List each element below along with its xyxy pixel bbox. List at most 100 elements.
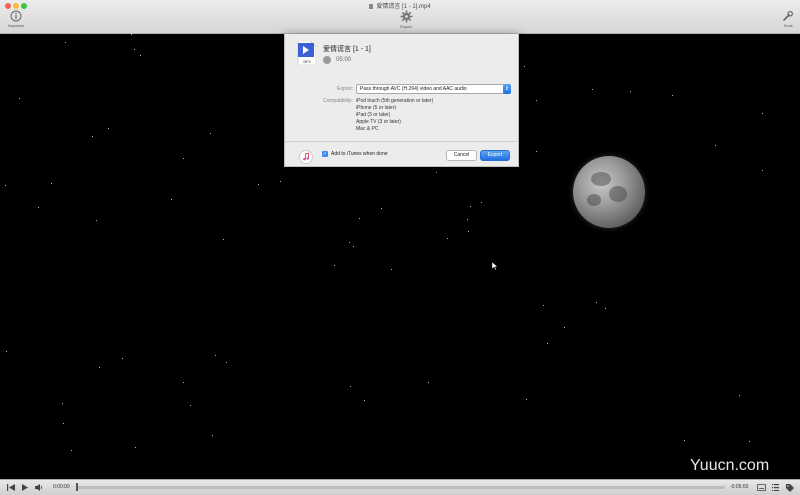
export-sheet: MP4 爱情谎言 [1 - 1] 05:00 Export: Pass thro… (284, 34, 519, 167)
star (96, 220, 97, 221)
star (5, 185, 6, 186)
export-toolbar-button[interactable]: Export (394, 10, 418, 29)
wrench-icon (783, 10, 794, 21)
star (470, 206, 471, 207)
star (215, 355, 216, 356)
add-to-itunes-checkbox[interactable]: ✓ (322, 151, 328, 157)
star (223, 239, 224, 240)
star (190, 405, 191, 406)
star (92, 136, 93, 137)
star (99, 367, 100, 368)
star (212, 435, 213, 436)
compatibility-item: iPhone (5 or later) (356, 105, 397, 111)
star (350, 386, 351, 387)
star (353, 246, 354, 247)
star (183, 382, 184, 383)
star (436, 172, 437, 173)
mp4-file-icon: MP4 (297, 41, 316, 65)
compatibility-item: iPad (3 or later) (356, 112, 391, 118)
tag-icon[interactable] (786, 484, 794, 492)
window-title: 爱情谎言 [1 - 1].mp4 (0, 1, 800, 10)
star (122, 358, 123, 359)
scrubber-track[interactable] (77, 486, 725, 489)
star (349, 242, 350, 243)
volume-icon[interactable] (35, 484, 44, 491)
star (481, 202, 482, 203)
divider (285, 141, 518, 142)
remaining-time: -0:05:00 (730, 484, 749, 490)
title-bar: 爱情谎言 [1 - 1].mp4 Inspector Export Tools (0, 0, 800, 34)
star (134, 49, 135, 50)
star (51, 183, 52, 184)
star (19, 98, 20, 99)
play-icon[interactable] (22, 484, 28, 491)
moon-mare (591, 172, 611, 186)
subtitles-icon[interactable] (757, 484, 766, 491)
skip-back-icon[interactable] (7, 484, 15, 491)
inspector-button[interactable]: Inspector (5, 10, 27, 28)
star (280, 181, 281, 182)
star (543, 305, 544, 306)
moon-mare (609, 186, 627, 202)
file-type-text: MP4 (303, 60, 310, 64)
star (359, 218, 360, 219)
duration-text: 05:00 (336, 57, 352, 63)
star (334, 265, 335, 266)
star (592, 89, 593, 90)
star (468, 231, 469, 232)
star (226, 362, 227, 363)
compatibility-list: iPod touch (5th generation or later) iPh… (356, 98, 433, 133)
inspector-label: Inspector (7, 23, 25, 28)
star (526, 399, 527, 400)
select-arrows-icon: ⇕ (503, 84, 511, 94)
moon-mare (587, 194, 601, 206)
file-title: 爱情谎言 [1 - 1] (323, 46, 371, 53)
star (762, 113, 763, 114)
star (183, 158, 184, 159)
star (391, 269, 392, 270)
tools-button[interactable]: Tools (778, 10, 798, 28)
watermark: Yuucn.com (690, 457, 770, 474)
add-to-itunes-label: Add to iTunes when done (331, 151, 388, 157)
elapsed-time: 0:00:00 (53, 484, 70, 490)
star (171, 199, 172, 200)
playback-controls: 0:00:00 -0:05:00 (0, 479, 800, 495)
moon-image (573, 156, 645, 228)
star (38, 207, 39, 208)
star (428, 382, 429, 383)
export-button[interactable]: Export (480, 150, 510, 161)
export-format-select[interactable]: Pass through AVC (H.264) video and AAC a… (356, 84, 511, 94)
star (564, 327, 565, 328)
scrubber-playhead[interactable] (76, 483, 78, 491)
info-icon (10, 10, 22, 22)
mouse-cursor-icon (492, 262, 498, 270)
star (536, 100, 537, 101)
star (258, 184, 259, 185)
star (672, 95, 673, 96)
clock-icon (323, 56, 331, 64)
star (447, 238, 448, 239)
tools-label: Tools (783, 23, 793, 28)
star (6, 351, 7, 352)
star (536, 151, 537, 152)
star (596, 302, 597, 303)
star (605, 308, 606, 309)
star (210, 133, 211, 134)
star (140, 55, 141, 56)
star (135, 447, 136, 448)
star (684, 440, 685, 441)
itunes-icon (299, 150, 313, 164)
cancel-button[interactable]: Cancel (446, 150, 477, 161)
star (749, 441, 750, 442)
compatibility-item: iPod touch (5th generation or later) (356, 98, 434, 104)
star (108, 128, 109, 129)
star (364, 400, 365, 401)
export-toolbar-label: Export (400, 24, 412, 29)
chapters-icon[interactable] (772, 484, 779, 491)
star (524, 66, 525, 67)
star (467, 219, 468, 220)
star (381, 208, 382, 209)
compatibility-item: Apple TV (3 or later) (356, 119, 401, 125)
star (62, 403, 63, 404)
document-icon (369, 3, 374, 9)
